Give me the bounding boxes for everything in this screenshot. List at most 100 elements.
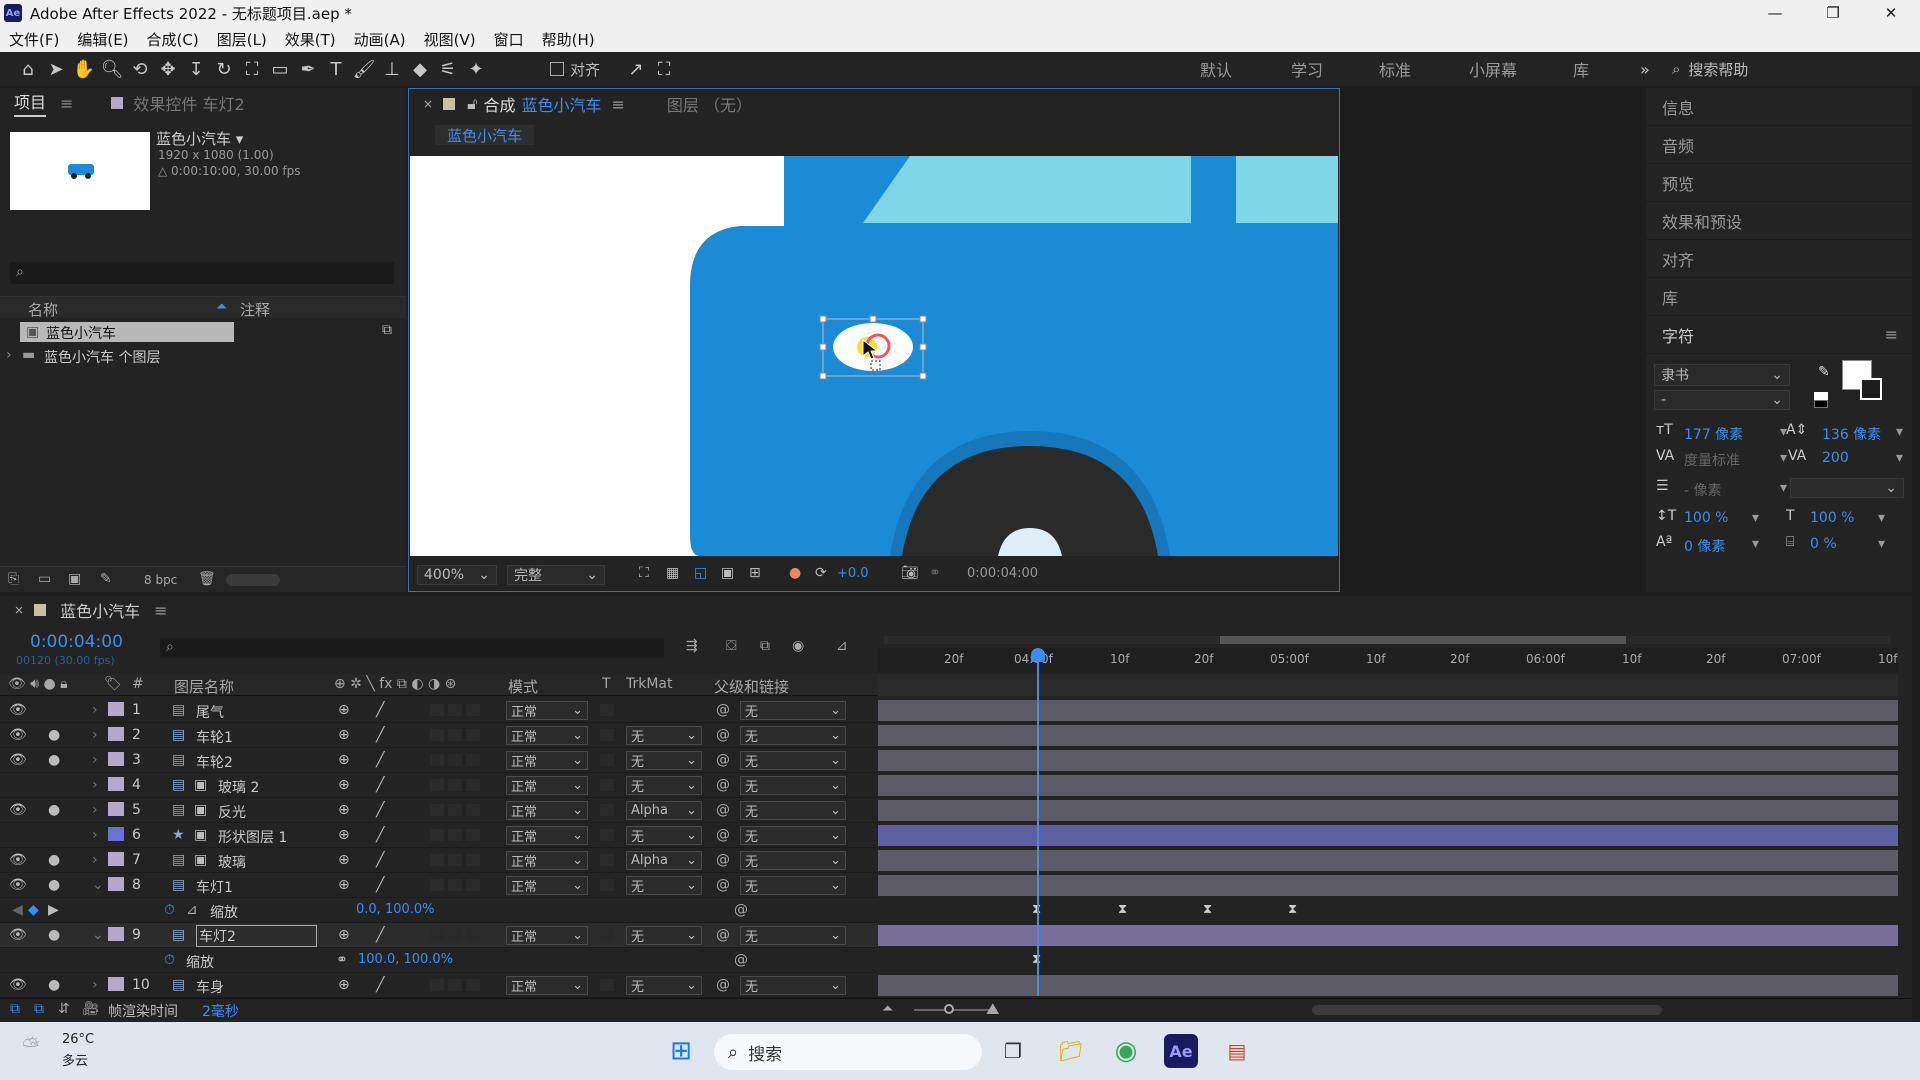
quality-switch-icon[interactable]: ╱ — [376, 827, 384, 843]
new-composition-icon[interactable]: ▣ — [68, 571, 81, 587]
parent-pickwhip-icon[interactable]: @ — [716, 927, 730, 943]
3d-switch[interactable] — [466, 979, 480, 991]
workspace-learn[interactable]: 学习 — [1291, 52, 1323, 86]
align-checkbox[interactable] — [550, 62, 564, 76]
snap-icon[interactable]: ↗ — [622, 55, 650, 83]
taskbar-search[interactable]: ⌕ 搜索 — [714, 1034, 982, 1070]
3d-switch[interactable] — [466, 829, 480, 841]
tab-layer[interactable]: 图层 （无） — [667, 92, 752, 116]
align-toggle[interactable]: 对齐 — [550, 59, 600, 80]
layer-name[interactable]: 玻璃 — [218, 852, 246, 872]
snap-grid-icon[interactable]: ⛶ — [650, 55, 678, 83]
font-family-dropdown[interactable]: 隶书 ⌄ — [1654, 364, 1790, 386]
timeline-search-input[interactable]: ⌕ — [160, 638, 664, 658]
work-area-range[interactable] — [1220, 636, 1626, 644]
preserve-transparency-switch[interactable] — [600, 854, 614, 866]
motion-blur-switch[interactable] — [430, 779, 444, 791]
layer-duration-bar[interactable] — [878, 850, 1898, 871]
close-tab-icon[interactable]: × — [423, 97, 433, 111]
layer-name[interactable]: 形状图层 1 — [218, 827, 287, 847]
quality-switch-icon[interactable]: ╱ — [376, 927, 384, 943]
layer-name[interactable]: 车轮2 — [196, 752, 233, 772]
twirl-arrow-icon[interactable]: › — [92, 827, 98, 843]
parent-dropdown[interactable]: 无 ⌄ — [740, 701, 846, 720]
eye-icon[interactable]: 👁︎ — [9, 927, 27, 943]
blend-mode-dropdown[interactable]: 正常 ⌄ — [506, 976, 588, 995]
close-tab-icon[interactable]: × — [14, 603, 24, 617]
motion-blur-switch[interactable] — [430, 854, 444, 866]
menu-file[interactable]: 文件(F) — [0, 29, 68, 50]
label-color-swatch[interactable] — [108, 727, 124, 741]
chevron-down-icon[interactable]: ▾ — [1878, 510, 1885, 526]
parent-dropdown[interactable]: 无 ⌄ — [740, 851, 846, 870]
blend-mode-dropdown[interactable]: 正常 ⌄ — [506, 851, 588, 870]
parent-dropdown[interactable]: 无 ⌄ — [740, 801, 846, 820]
layer-duration-bar[interactable] — [878, 775, 1898, 796]
motion-blur-switch[interactable] — [430, 804, 444, 816]
pen-tool-icon[interactable]: ✒ — [294, 55, 322, 83]
twirl-arrow-icon[interactable]: ⌄ — [92, 877, 104, 893]
3d-switch[interactable] — [466, 854, 480, 866]
chrome-icon[interactable]: ◉ — [1109, 1034, 1143, 1068]
viewer-timecode[interactable]: 0:00:04:00 — [967, 566, 1038, 581]
eye-icon[interactable]: 👁︎ — [9, 727, 27, 743]
show-snapshot-icon[interactable]: ⚭ — [929, 565, 941, 581]
parent-dropdown[interactable]: 无 ⌄ — [740, 976, 846, 995]
fill-white-chip[interactable] — [1814, 392, 1828, 400]
adjustment-switch[interactable] — [448, 754, 462, 766]
motion-blur-switch[interactable] — [430, 754, 444, 766]
trkmat-dropdown[interactable]: 无 ⌄ — [626, 876, 702, 895]
parent-dropdown[interactable]: 无 ⌄ — [740, 776, 846, 795]
expand-arrow-icon[interactable]: › — [6, 347, 12, 363]
trkmat-dropdown[interactable]: 无 ⌄ — [626, 926, 702, 945]
playhead[interactable] — [1031, 648, 1045, 996]
constrain-proportions-icon[interactable]: ⚭ — [336, 952, 348, 968]
draft-3d-icon[interactable]: ⛋ — [726, 638, 737, 654]
motion-blur-switch[interactable] — [430, 704, 444, 716]
keyframe-icon[interactable]: ⧗ — [1118, 902, 1127, 917]
search-help-field[interactable]: ⌕ 搜索帮助 — [1672, 56, 1912, 82]
trkmat-dropdown[interactable]: Alpha ⌄ — [626, 801, 702, 820]
trkmat-dropdown[interactable]: 无 ⌄ — [626, 726, 702, 745]
graph-icon[interactable]: ⊿ — [186, 902, 198, 918]
reset-exposure-icon[interactable]: ⟳ — [815, 565, 827, 581]
fast-preview-icon[interactable]: ⛶ — [639, 565, 649, 581]
workspace-library[interactable]: 库 — [1573, 52, 1589, 86]
layer-duration-bar[interactable] — [878, 875, 1898, 896]
parent-dropdown[interactable]: 无 ⌄ — [740, 926, 846, 945]
project-search-input[interactable]: ⌕ — [10, 262, 394, 284]
blend-mode-dropdown[interactable]: 正常 ⌄ — [506, 926, 588, 945]
more-workspaces-icon[interactable]: » — [1640, 52, 1650, 86]
tab-effect-controls[interactable]: 效果控件 车灯2 — [133, 91, 244, 115]
bit-depth[interactable]: 8 bpc — [144, 573, 177, 587]
3d-switch[interactable] — [466, 729, 480, 741]
eye-icon[interactable]: 👁︎ — [9, 752, 27, 768]
weather-icon[interactable]: ⛅︎ — [22, 1034, 40, 1059]
adjustment-switch[interactable] — [448, 979, 462, 991]
preserve-transparency-switch[interactable] — [600, 779, 614, 791]
shy-switch-icon[interactable]: ⊕ — [338, 802, 350, 818]
solo-dot-icon[interactable]: ● — [48, 852, 60, 868]
parent-pickwhip-icon[interactable]: @ — [716, 727, 730, 743]
menu-edit[interactable]: 编辑(E) — [68, 29, 137, 50]
comp-marker-bar[interactable] — [878, 674, 1898, 696]
property-value[interactable]: 0.0, 100.0% — [356, 902, 435, 917]
region-of-interest-icon[interactable]: ▣ — [721, 565, 734, 581]
chevron-down-icon[interactable]: ▾ — [1780, 450, 1787, 466]
comp-mini-flowchart-icon[interactable]: ⇶ — [686, 638, 698, 654]
playhead-handle[interactable] — [1031, 648, 1045, 662]
layer-name[interactable]: 玻璃 2 — [218, 777, 259, 797]
trkmat-dropdown[interactable]: 无 ⌄ — [626, 976, 702, 995]
current-time[interactable]: 0:00:04:00 — [30, 632, 123, 652]
quality-switch-icon[interactable]: ╱ — [376, 852, 384, 868]
motion-blur-switch[interactable] — [430, 929, 444, 941]
stroke-width-value[interactable]: - 像素 — [1684, 480, 1722, 500]
solo-dot-icon[interactable]: ● — [48, 727, 60, 743]
tab-timeline[interactable]: 蓝色小汽车 — [60, 598, 140, 622]
chevron-down-icon[interactable]: ▾ — [1780, 480, 1787, 496]
work-area-bar[interactable] — [884, 636, 1890, 644]
solo-dot-icon[interactable]: ● — [48, 927, 60, 943]
eye-icon[interactable]: 👁︎ — [9, 977, 27, 993]
layer-duration-bar[interactable] — [878, 825, 1898, 846]
twirl-arrow-icon[interactable]: › — [92, 752, 98, 768]
